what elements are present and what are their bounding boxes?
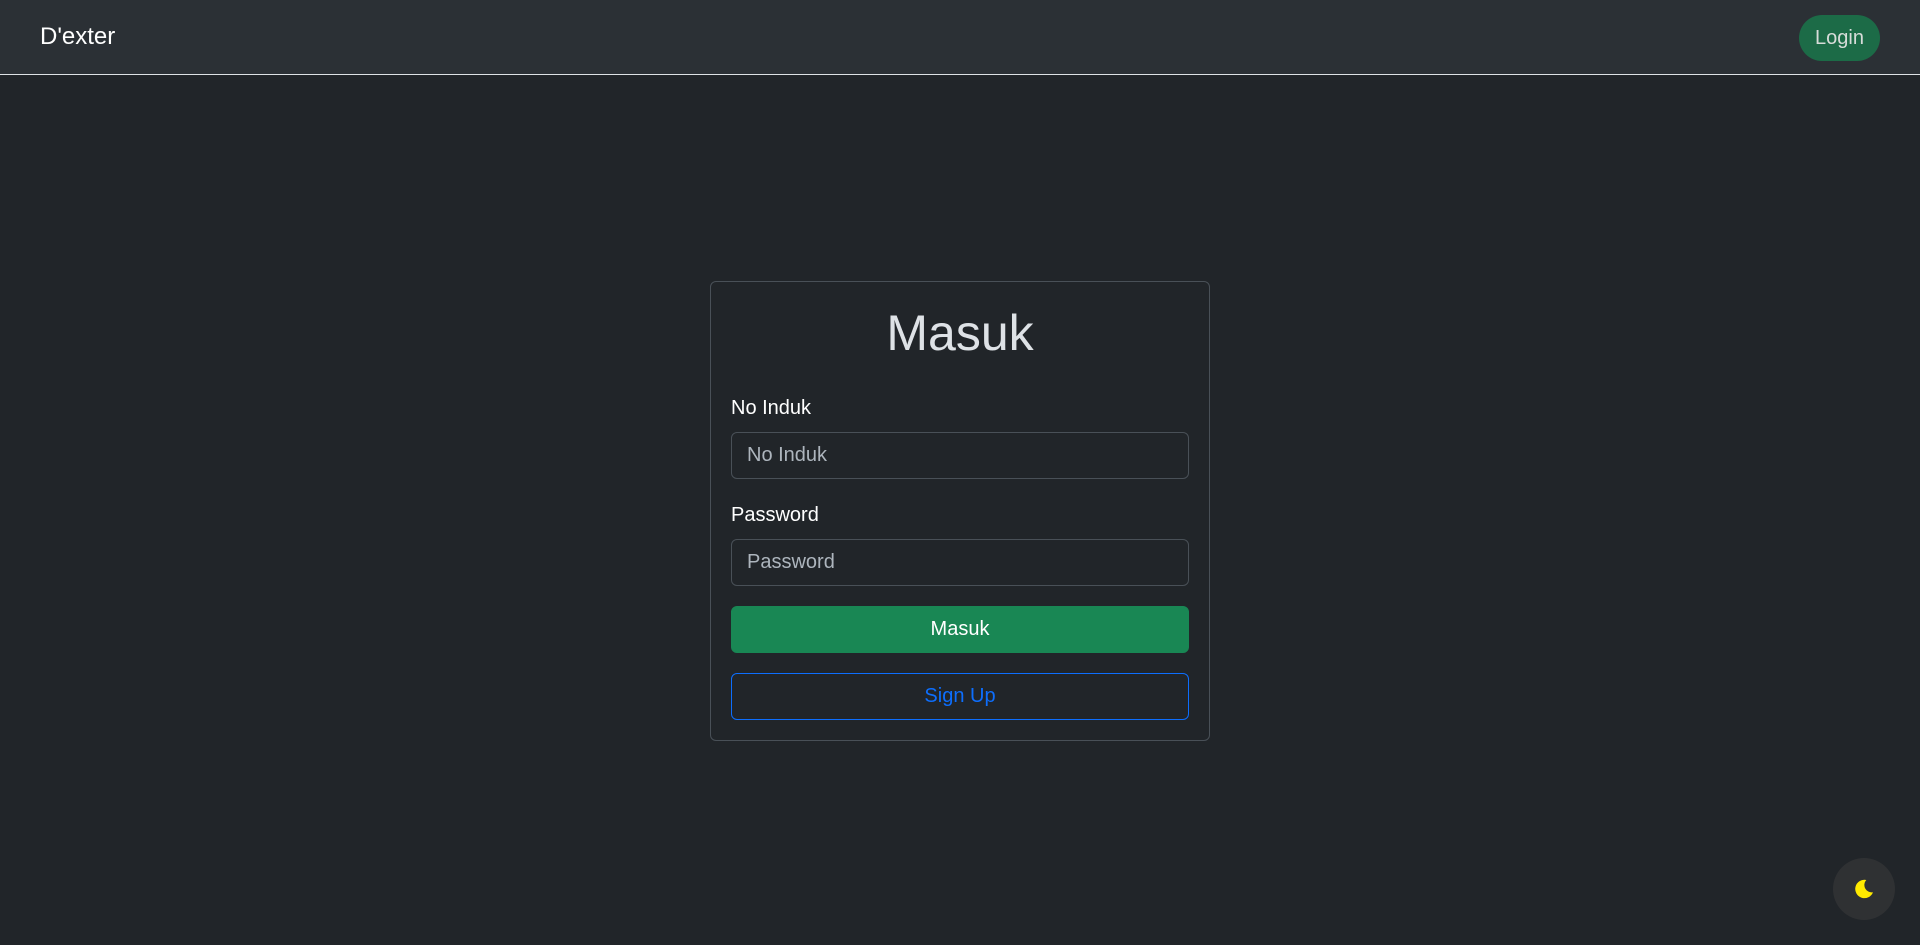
login-card: Masuk No Induk Password Masuk Sign Up <box>710 281 1210 741</box>
sign-up-button[interactable]: Sign Up <box>731 673 1189 720</box>
nav-login-button[interactable]: Login <box>1799 15 1880 61</box>
no-induk-input[interactable] <box>731 432 1189 479</box>
brand-logo[interactable]: D'exter <box>40 22 115 52</box>
theme-toggle-button[interactable] <box>1833 858 1895 920</box>
masuk-button[interactable]: Masuk <box>731 606 1189 653</box>
password-input[interactable] <box>731 539 1189 586</box>
password-label: Password <box>731 504 819 526</box>
navbar: D'exter Login <box>0 0 1920 75</box>
no-induk-label: No Induk <box>731 397 812 419</box>
moon-icon <box>1855 879 1873 899</box>
page-title: Masuk <box>886 305 1034 361</box>
